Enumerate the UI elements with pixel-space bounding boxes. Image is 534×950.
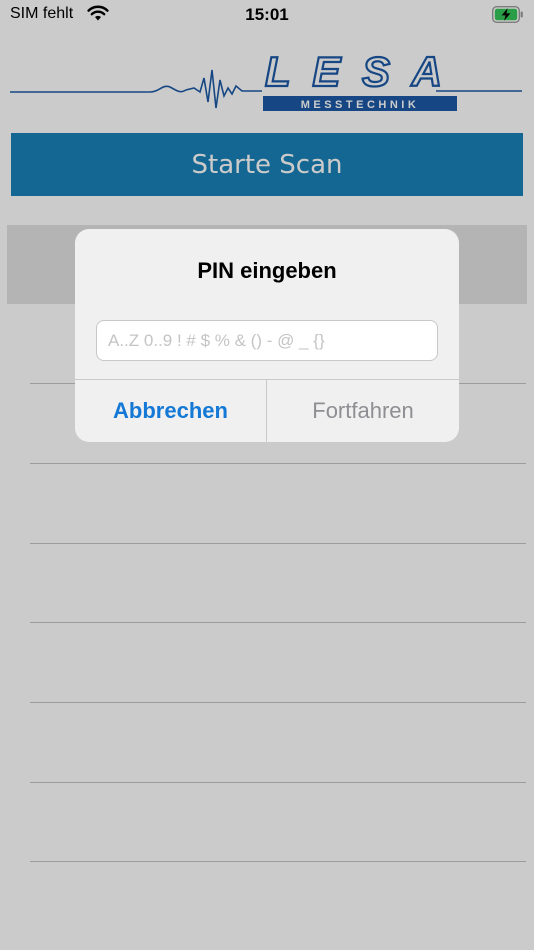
- modal-backdrop: [0, 0, 534, 950]
- cancel-button[interactable]: Abbrechen: [75, 380, 266, 442]
- pin-dialog: PIN eingeben Abbrechen Fortfahren: [75, 229, 459, 442]
- dialog-title: PIN eingeben: [197, 258, 337, 283]
- continue-button[interactable]: Fortfahren: [267, 380, 459, 442]
- pin-input[interactable]: [96, 320, 438, 361]
